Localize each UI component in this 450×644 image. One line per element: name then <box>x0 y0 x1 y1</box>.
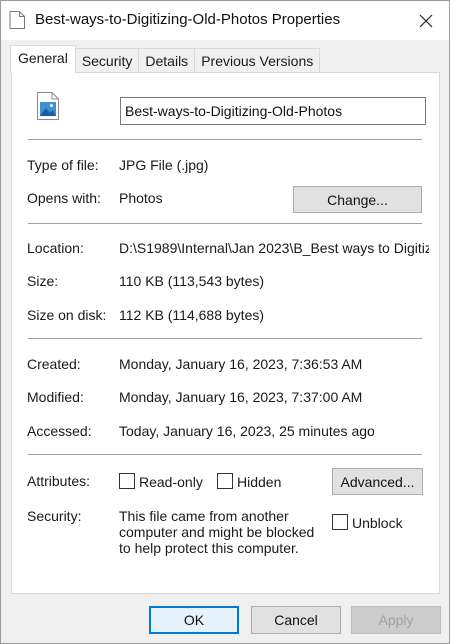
ok-button[interactable]: OK <box>149 606 239 634</box>
tab-strip: General Security Details Previous Versio… <box>10 45 321 73</box>
type-of-file-label: Type of file: <box>27 157 99 173</box>
size-value: 110 KB (113,543 bytes) <box>119 273 265 289</box>
size-on-disk-label: Size on disk: <box>27 307 107 323</box>
unblock-checkbox[interactable] <box>332 514 348 530</box>
properties-dialog: Best-ways-to-Digitizing-Old-Photos Prope… <box>0 0 450 644</box>
modified-value: Monday, January 16, 2023, 7:37:00 AM <box>119 389 363 405</box>
tab-general[interactable]: General <box>10 45 76 73</box>
apply-button[interactable]: Apply <box>351 606 441 634</box>
modified-label: Modified: <box>27 389 84 405</box>
opens-with-label: Opens with: <box>27 190 101 206</box>
type-of-file-value: JPG File (.jpg) <box>119 157 209 173</box>
title-bar: Best-ways-to-Digitizing-Old-Photos Prope… <box>1 1 449 40</box>
created-value: Monday, January 16, 2023, 7:36:53 AM <box>119 356 363 372</box>
attributes-label: Attributes: <box>27 473 91 489</box>
window-title: Best-ways-to-Digitizing-Old-Photos Prope… <box>35 11 341 28</box>
size-label: Size: <box>27 273 59 289</box>
file-name-input[interactable] <box>120 97 426 125</box>
change-button[interactable]: Change... <box>293 186 422 213</box>
accessed-label: Accessed: <box>27 423 92 439</box>
unblock-label[interactable]: Unblock <box>352 515 403 531</box>
close-button[interactable] <box>403 1 449 40</box>
image-file-icon <box>37 92 59 120</box>
cancel-button[interactable]: Cancel <box>251 606 341 634</box>
opens-with-value: Photos <box>119 190 163 206</box>
general-panel: Type of file: JPG File (.jpg) Opens with… <box>11 72 440 594</box>
close-icon <box>419 14 433 27</box>
tab-previous-versions[interactable]: Previous Versions <box>194 48 321 73</box>
separator <box>28 454 422 455</box>
file-icon <box>9 11 25 29</box>
location-value: D:\S1989\Internal\Jan 2023\B_Best ways t… <box>119 240 429 256</box>
security-message: This file came from another computer and… <box>119 508 315 556</box>
tab-security[interactable]: Security <box>74 48 140 73</box>
readonly-label[interactable]: Read-only <box>139 474 203 490</box>
separator <box>28 338 422 339</box>
size-on-disk-value: 112 KB (114,688 bytes) <box>119 307 265 323</box>
hidden-label[interactable]: Hidden <box>237 474 281 490</box>
hidden-checkbox[interactable] <box>217 473 233 489</box>
accessed-value: Today, January 16, 2023, 25 minutes ago <box>119 423 375 439</box>
tab-details[interactable]: Details <box>138 48 196 73</box>
separator <box>28 223 422 224</box>
security-label: Security: <box>27 508 82 524</box>
advanced-button[interactable]: Advanced... <box>332 468 423 495</box>
created-label: Created: <box>27 356 81 372</box>
readonly-checkbox[interactable] <box>119 473 135 489</box>
separator <box>28 139 422 140</box>
location-label: Location: <box>27 240 84 256</box>
